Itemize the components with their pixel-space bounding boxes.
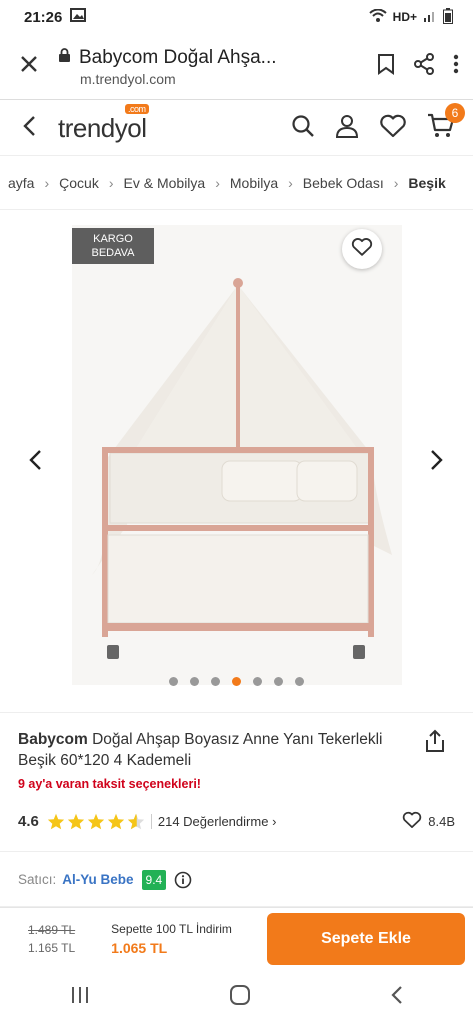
lock-icon (58, 47, 71, 68)
half-star-icon (127, 813, 144, 830)
product-gallery[interactable]: KARGO BEDAVA (0, 211, 473, 711)
breadcrumb-item[interactable]: Çocuk (59, 175, 99, 191)
share-icon (425, 729, 445, 757)
signal-icon (423, 9, 437, 26)
more-options-icon[interactable] (453, 54, 459, 79)
likes-label: 8.4B (428, 814, 455, 829)
favorite-button[interactable] (342, 229, 382, 269)
logo-badge: .com (124, 103, 149, 114)
site-header: trendyol .com 6 (0, 101, 473, 156)
add-to-cart-button[interactable]: Sepete Ekle (267, 912, 465, 965)
back-button[interactable] (0, 115, 58, 142)
breadcrumb-separator: › (108, 175, 114, 191)
seller-row: Satıcı: Al-Yu Bebe 9.4 (0, 853, 473, 907)
status-indicators: HD+ (368, 7, 453, 27)
chevron-left-icon (22, 115, 36, 142)
close-icon (19, 54, 39, 79)
page-title: Babycom Doğal Ahşa... (79, 46, 277, 68)
wifi-icon (368, 8, 387, 26)
chevron-right-icon (430, 450, 444, 475)
product-image[interactable] (72, 225, 402, 685)
installment-info[interactable]: 9 ay'a varan taksit seçenekleri! (18, 777, 455, 791)
final-price: 1.065 TL (111, 939, 168, 956)
sale-price: 1.165 TL (28, 940, 76, 955)
rating-score: 4.6 (18, 813, 39, 830)
breadcrumb-separator: › (44, 175, 50, 191)
cart-discount-block: Sepette 100 TL İndirim 1.065 TL (111, 922, 232, 956)
address-bar[interactable]: Babycom Doğal Ahşa... m.trendyol.com (58, 47, 377, 87)
badge-line: KARGO (93, 233, 133, 245)
chevron-left-icon (28, 450, 42, 475)
image-pagination (0, 677, 473, 686)
breadcrumb-item[interactable]: Bebek Odası (303, 175, 384, 191)
reviews-link[interactable]: 214 Değerlendirme › (150, 814, 277, 829)
breadcrumb-current[interactable]: Beşik (408, 175, 445, 191)
browser-toolbar: Babycom Doğal Ahşa... m.trendyol.com (0, 34, 473, 100)
star-icon (107, 813, 124, 830)
seller-label: Satıcı: (18, 872, 57, 887)
original-price: 1.489 TL (28, 922, 76, 937)
bookmark-icon[interactable] (377, 53, 395, 80)
page-url: m.trendyol.com (80, 70, 176, 87)
heart-icon (351, 237, 373, 262)
crib-illustration (72, 225, 402, 685)
rating-row: 4.6 214 Değerlendirme › 8.4B (18, 811, 455, 832)
price-block: 1.489 TL 1.165 TL (28, 923, 75, 955)
system-navigation-bar (0, 970, 473, 1024)
favorites-count[interactable]: 8.4B (402, 811, 455, 832)
share-network-icon[interactable] (413, 53, 435, 80)
heart-outline-icon (402, 811, 422, 832)
cart-button[interactable]: 6 (427, 102, 465, 144)
breadcrumb-item[interactable]: Mobilya (230, 175, 278, 191)
share-button[interactable] (425, 729, 445, 758)
heart-icon[interactable] (379, 114, 407, 143)
buy-bar: 1.489 TL 1.165 TL Sepette 100 TL İndirim… (0, 907, 473, 969)
star-icon (87, 813, 104, 830)
recent-apps-icon[interactable] (70, 986, 90, 1009)
user-icon[interactable] (335, 114, 359, 143)
previous-image-button[interactable] (28, 449, 42, 476)
search-icon[interactable] (291, 114, 315, 143)
breadcrumb-item[interactable]: ayfa (8, 175, 34, 191)
breadcrumb-separator: › (393, 175, 399, 191)
badge-line: BEDAVA (91, 247, 135, 259)
cart-count-badge: 6 (445, 102, 465, 123)
close-tab-button[interactable] (0, 54, 58, 79)
reviews-count: 214 Değerlendirme (157, 814, 269, 829)
image-notification-icon (70, 8, 87, 26)
back-nav-icon[interactable] (390, 985, 404, 1010)
breadcrumb-item[interactable]: Ev & Mobilya (124, 175, 206, 191)
pagination-dot[interactable] (274, 677, 283, 686)
seller-name[interactable]: Al-Yu Bebe (62, 872, 133, 887)
pagination-dot[interactable] (253, 677, 262, 686)
chevron-right-icon: › (272, 814, 277, 829)
pagination-dot-active[interactable] (232, 677, 241, 686)
status-bar: 21:26 HD+ (0, 0, 473, 34)
breadcrumb: ayfa › Çocuk › Ev & Mobilya › Mobilya › … (0, 157, 473, 210)
free-shipping-badge: KARGO BEDAVA (72, 228, 154, 264)
breadcrumb-separator: › (288, 175, 293, 191)
cart-icon (427, 113, 455, 143)
seller-score-badge: 9.4 (141, 869, 167, 890)
home-icon[interactable] (229, 984, 251, 1011)
pagination-dot[interactable] (190, 677, 199, 686)
product-brand[interactable]: Babycom (18, 731, 88, 748)
battery-icon (443, 7, 453, 27)
network-label: HD+ (392, 10, 417, 24)
cart-discount-label: Sepette 100 TL İndirim (111, 921, 232, 936)
trendyol-logo[interactable]: trendyol .com (58, 103, 149, 144)
pagination-dot[interactable] (211, 677, 220, 686)
product-info: Babycom Doğal Ahşap Boyasız Anne Yanı Te… (0, 712, 473, 852)
pagination-dot[interactable] (169, 677, 178, 686)
star-icon (67, 813, 84, 830)
next-image-button[interactable] (430, 449, 444, 476)
rating-stars (47, 813, 145, 830)
product-name: Babycom Doğal Ahşap Boyasız Anne Yanı Te… (18, 729, 388, 771)
pagination-dot[interactable] (295, 677, 304, 686)
info-icon[interactable] (174, 871, 192, 889)
status-time: 21:26 (24, 8, 63, 26)
star-icon (47, 813, 64, 830)
breadcrumb-separator: › (215, 175, 220, 191)
logo-text: trendyol (58, 112, 147, 143)
